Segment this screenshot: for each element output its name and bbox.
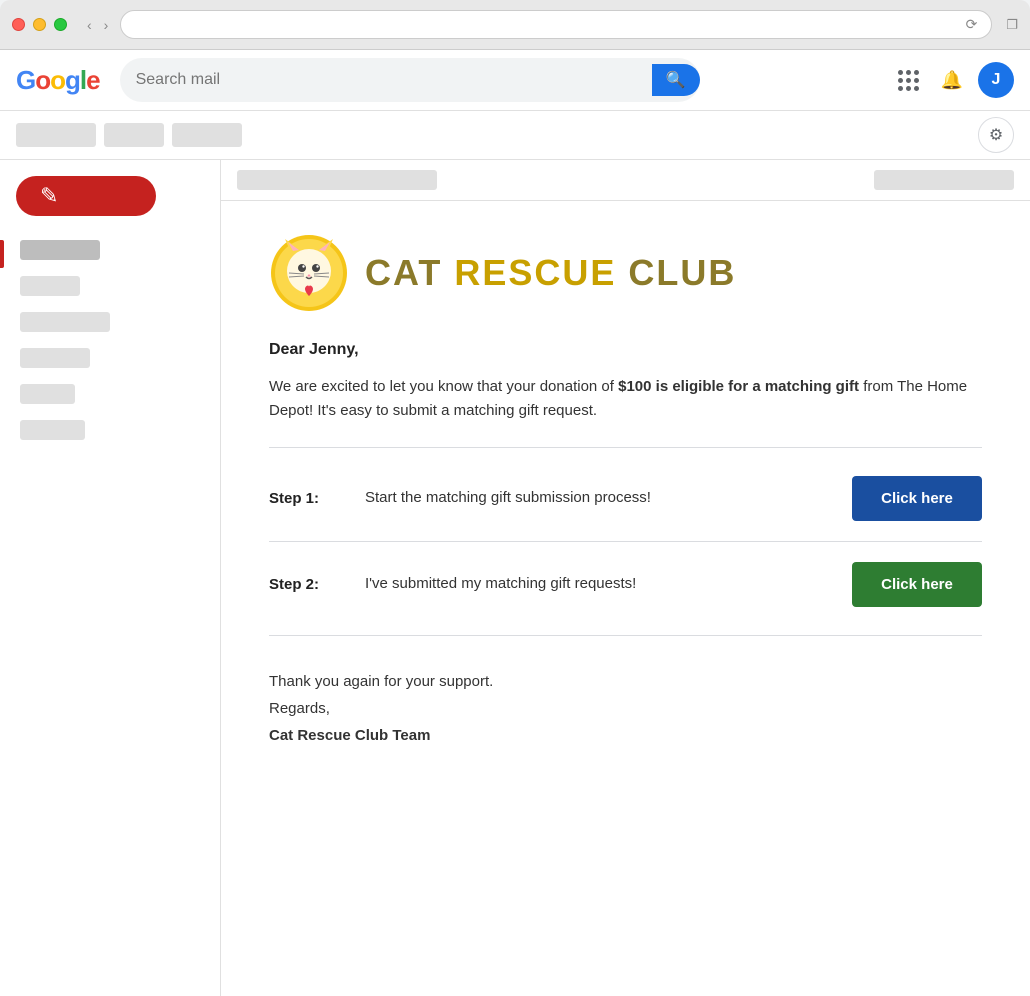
email-date-placeholder — [874, 170, 1014, 190]
header-icons: 🔔 J — [890, 62, 1014, 98]
sidebar-item-4[interactable] — [0, 340, 220, 376]
footer-team: Cat Rescue Club Team — [269, 722, 982, 749]
sidebar-label-2 — [20, 276, 80, 296]
email-body: Cat Rescue Club Dear Jenny, We are excit… — [221, 201, 1030, 781]
traffic-light-green[interactable] — [54, 18, 67, 31]
sidebar-label-4 — [20, 348, 90, 368]
gmail-header: Google 🔍 🔔 J — [0, 50, 1030, 111]
email-greeting: Dear Jenny, — [269, 341, 982, 359]
gmail-body: ✎ — [0, 160, 1030, 996]
google-logo: Google — [16, 65, 100, 96]
email-intro-text1: We are excited to let you know that your… — [269, 378, 614, 395]
email-subject-placeholder — [237, 170, 437, 190]
logo-e: e — [86, 65, 99, 95]
toolbar-placeholder-3 — [172, 123, 242, 147]
traffic-light-red[interactable] — [12, 18, 25, 31]
logo-area: Cat Rescue Club — [269, 233, 982, 313]
sidebar-label-5 — [20, 384, 75, 404]
sidebar-item-5[interactable] — [0, 376, 220, 412]
step-2-button[interactable]: Click here — [852, 562, 982, 607]
email-intro: We are excited to let you know that your… — [269, 375, 982, 423]
expand-icon[interactable]: ❐ — [1006, 17, 1018, 33]
search-button[interactable]: 🔍 — [652, 64, 700, 96]
sidebar: ✎ — [0, 160, 220, 996]
logo-o1: o — [35, 65, 50, 95]
step-1-row: Step 1: Start the matching gift submissi… — [269, 456, 982, 542]
toolbar-placeholder-1 — [16, 123, 96, 147]
email-content: Cat Rescue Club Dear Jenny, We are excit… — [220, 160, 1030, 996]
traffic-light-yellow[interactable] — [33, 18, 46, 31]
email-intro-bold: $100 is eligible for a matching gift — [618, 378, 859, 395]
notifications-button[interactable]: 🔔 — [934, 62, 970, 98]
compose-button[interactable]: ✎ — [16, 176, 156, 216]
footer-line2: Regards, — [269, 695, 982, 722]
grid-icon — [898, 70, 919, 91]
step-2-label: Step 2: — [269, 576, 349, 593]
avatar[interactable]: J — [978, 62, 1014, 98]
sidebar-label-1 — [20, 240, 100, 260]
toolbar-placeholder-2 — [104, 123, 164, 147]
reload-icon[interactable]: ⟳ — [966, 16, 978, 33]
org-name-rescue: Rescue — [442, 252, 616, 293]
sidebar-item-6[interactable] — [0, 412, 220, 448]
apps-button[interactable] — [890, 62, 926, 98]
sidebar-item-1[interactable] — [0, 232, 220, 268]
step-2-row: Step 2: I've submitted my matching gift … — [269, 542, 982, 627]
divider-bottom — [269, 635, 982, 636]
step-2-text: I've submitted my matching gift requests… — [365, 573, 836, 596]
email-footer: Thank you again for your support. Regard… — [269, 644, 982, 749]
search-input[interactable] — [136, 71, 652, 89]
url-input[interactable] — [135, 17, 959, 32]
footer-line1: Thank you again for your support. — [269, 668, 982, 695]
nav-buttons: ‹ › — [83, 15, 112, 35]
logo-g: G — [16, 65, 35, 95]
url-bar-container: ⟳ — [120, 10, 992, 39]
sidebar-item-3[interactable] — [0, 304, 220, 340]
cat-rescue-logo — [269, 233, 349, 313]
browser-chrome: ‹ › ⟳ ❐ — [0, 0, 1030, 50]
divider-top — [269, 447, 982, 448]
step-1-label: Step 1: — [269, 490, 349, 507]
step-1-text: Start the matching gift submission proce… — [365, 487, 836, 510]
sidebar-item-2[interactable] — [0, 268, 220, 304]
logo-o2: o — [50, 65, 65, 95]
logo-g2: g — [65, 65, 80, 95]
back-button[interactable]: ‹ — [83, 15, 96, 35]
active-indicator — [0, 240, 4, 268]
browser-titlebar: ‹ › ⟳ ❐ — [12, 10, 1018, 39]
email-top-bar — [221, 160, 1030, 201]
forward-button[interactable]: › — [100, 15, 113, 35]
sidebar-label-3 — [20, 312, 110, 332]
org-name-club: Club — [616, 252, 736, 293]
step-1-button[interactable]: Click here — [852, 476, 982, 521]
org-name-cat: Cat — [365, 252, 442, 293]
settings-button[interactable]: ⚙ — [978, 117, 1014, 153]
org-name: Cat Rescue Club — [365, 252, 736, 294]
sidebar-label-6 — [20, 420, 85, 440]
gmail-toolbar: ⚙ — [0, 111, 1030, 160]
search-bar: 🔍 — [120, 58, 700, 102]
